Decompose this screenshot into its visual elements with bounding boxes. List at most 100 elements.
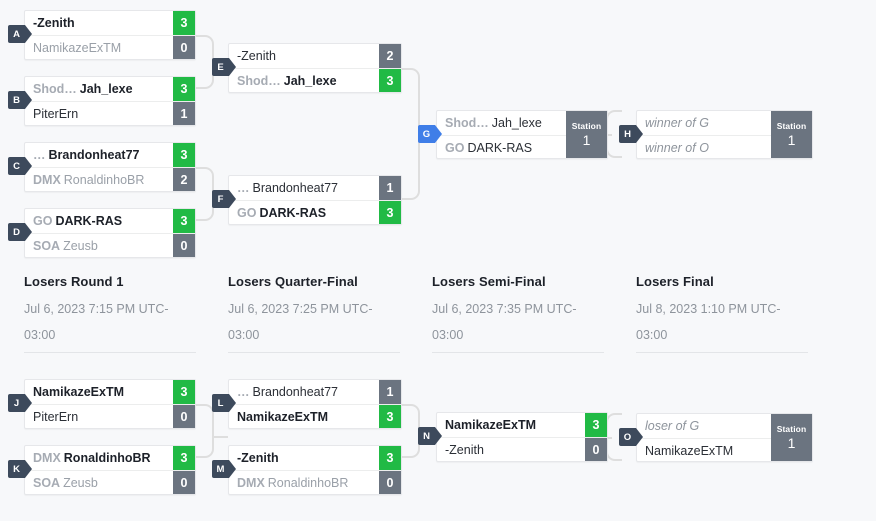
match-l-row-top[interactable]: … Brandonheat77 1: [229, 380, 401, 404]
match-g-station: Station 1: [566, 111, 607, 158]
match-g-row-bottom[interactable]: GO DARK-RAS: [437, 135, 566, 159]
match-e-bottom-player: Jah_lexe: [283, 73, 337, 88]
match-f-bottom-score: 3: [379, 201, 401, 224]
match-b-rows: Shod… Jah_lexe 3 PiterErn 1: [25, 77, 195, 125]
match-a-row-bottom[interactable]: NamikazeExTM 0: [25, 35, 195, 59]
match-e-row-top[interactable]: -Zenith 2: [229, 44, 401, 68]
match-j[interactable]: NamikazeExTM 3 PiterErn 0: [24, 379, 196, 429]
match-n-badge[interactable]: N: [418, 427, 442, 445]
match-e-rows: -Zenith 2 Shod… Jah_lexe 3: [229, 44, 401, 92]
round-3-date-line1: Jul 6, 2023 7:35 PM UTC-: [432, 302, 577, 316]
match-l-top-score: 1: [379, 380, 401, 404]
match-o-station-number: 1: [787, 435, 796, 452]
match-h-badge[interactable]: H: [619, 125, 643, 143]
match-b-row-top[interactable]: Shod… Jah_lexe 3: [25, 77, 195, 101]
match-j-row-bottom[interactable]: PiterErn 0: [25, 404, 195, 428]
match-g-badge[interactable]: G: [418, 125, 442, 143]
match-n-bottom-score: 0: [585, 438, 607, 461]
match-c-badge[interactable]: C: [8, 157, 32, 175]
match-g-badge-arrow: [435, 125, 442, 143]
match-h-station: Station 1: [771, 111, 812, 158]
match-f[interactable]: … Brandonheat77 1 GO DARK-RAS 3: [228, 175, 402, 225]
match-k[interactable]: DMX RonaldinhoBR 3 SOA Zeusb 0: [24, 445, 196, 495]
match-o-badge[interactable]: O: [619, 428, 643, 446]
match-o-row-top[interactable]: loser of G: [637, 414, 771, 438]
match-c-row-bottom[interactable]: DMX RonaldinhoBR 2: [25, 167, 195, 191]
match-a-bottom-name: NamikazeExTM: [25, 36, 173, 60]
match-o[interactable]: loser of G NamikazeExTM Station 1: [636, 413, 813, 462]
match-h[interactable]: winner of G winner of O Station 1: [636, 110, 813, 159]
match-j-badge[interactable]: J: [8, 394, 32, 412]
match-d-letter: D: [8, 223, 25, 241]
match-g-bottom-player: DARK-RAS: [467, 140, 533, 155]
match-k-row-top[interactable]: DMX RonaldinhoBR 3: [25, 446, 195, 470]
match-f-top-player: Brandonheat77: [252, 181, 339, 195]
match-m-row-top[interactable]: -Zenith 3: [229, 446, 401, 470]
match-o-bottom-name: NamikazeExTM: [637, 439, 771, 463]
match-e[interactable]: -Zenith 2 Shod… Jah_lexe 3: [228, 43, 402, 93]
match-d-rows: GO DARK-RAS 3 SOA Zeusb 0: [25, 209, 195, 257]
match-m-row-bottom[interactable]: DMX RonaldinhoBR 0: [229, 470, 401, 494]
match-e-badge[interactable]: E: [212, 58, 236, 76]
match-e-row-bottom[interactable]: Shod… Jah_lexe 3: [229, 68, 401, 92]
match-d-row-bottom[interactable]: SOA Zeusb 0: [25, 233, 195, 257]
match-n-row-top[interactable]: NamikazeExTM 3: [437, 413, 607, 437]
match-k-top-name: DMX RonaldinhoBR: [25, 446, 173, 470]
match-f-rows: … Brandonheat77 1 GO DARK-RAS 3: [229, 176, 401, 224]
match-d-top-player: DARK-RAS: [55, 214, 123, 228]
match-d-bottom-score: 0: [173, 234, 195, 257]
match-c-row-top[interactable]: … Brandonheat77 3: [25, 143, 195, 167]
match-o-row-bottom[interactable]: NamikazeExTM: [637, 438, 771, 462]
match-b-row-bottom[interactable]: PiterErn 1: [25, 101, 195, 125]
round-4-title: Losers Final: [636, 274, 714, 289]
match-j-letter: J: [8, 394, 25, 412]
match-f-badge[interactable]: F: [212, 190, 236, 208]
connector-jk-to-l: [196, 404, 214, 458]
match-k-bottom-name: SOA Zeusb: [25, 471, 173, 495]
match-f-bottom-player: DARK-RAS: [259, 205, 327, 220]
match-h-rows: winner of G winner of O: [637, 111, 771, 158]
match-b-bottom-player: PiterErn: [33, 106, 79, 121]
match-h-row-top[interactable]: winner of G: [637, 111, 771, 135]
match-l[interactable]: … Brandonheat77 1 NamikazeExTM 3: [228, 379, 402, 429]
match-h-row-bottom[interactable]: winner of O: [637, 135, 771, 159]
match-n-row-bottom[interactable]: -Zenith 0: [437, 437, 607, 461]
match-m-badge[interactable]: M: [212, 460, 236, 478]
match-d-badge[interactable]: D: [8, 223, 32, 241]
match-g-row-top[interactable]: Shod… Jah_lexe: [437, 111, 566, 135]
match-l-top-player: Brandonheat77: [252, 385, 339, 399]
match-a-row-top[interactable]: -Zenith 3: [25, 11, 195, 35]
match-l-badge[interactable]: L: [212, 394, 236, 412]
match-o-badge-arrow: [636, 428, 643, 446]
match-b[interactable]: Shod… Jah_lexe 3 PiterErn 1: [24, 76, 196, 126]
match-b-badge[interactable]: B: [8, 91, 32, 109]
match-d-row-top[interactable]: GO DARK-RAS 3: [25, 209, 195, 233]
match-g[interactable]: Shod… Jah_lexe GO DARK-RAS Station 1: [436, 110, 608, 159]
match-l-row-bottom[interactable]: NamikazeExTM 3: [229, 404, 401, 428]
match-a-badge[interactable]: A: [8, 25, 32, 43]
round-3-divider: [432, 352, 604, 353]
match-j-bottom-name: PiterErn: [25, 405, 173, 429]
match-f-row-top[interactable]: … Brandonheat77 1: [229, 176, 401, 200]
match-c-badge-arrow: [25, 157, 32, 175]
match-d[interactable]: GO DARK-RAS 3 SOA Zeusb 0: [24, 208, 196, 258]
match-j-row-top[interactable]: NamikazeExTM 3: [25, 380, 195, 404]
round-3-date-line2: 03:00: [432, 328, 464, 342]
match-j-top-score: 3: [173, 380, 195, 404]
match-k-row-bottom[interactable]: SOA Zeusb 0: [25, 470, 195, 494]
match-o-station-label: Station: [776, 423, 807, 434]
match-a[interactable]: -Zenith 3 NamikazeExTM 0: [24, 10, 196, 60]
match-m[interactable]: -Zenith 3 DMX RonaldinhoBR 0: [228, 445, 402, 495]
match-g-bottom-name: GO DARK-RAS: [437, 136, 566, 160]
match-m-top-player: -Zenith: [237, 451, 279, 465]
match-n[interactable]: NamikazeExTM 3 -Zenith 0: [436, 412, 608, 462]
match-e-badge-arrow: [229, 58, 236, 76]
match-j-top-name: NamikazeExTM: [25, 380, 173, 404]
match-f-bottom-name: GO DARK-RAS: [229, 201, 379, 225]
match-k-badge[interactable]: K: [8, 460, 32, 478]
match-l-rows: … Brandonheat77 1 NamikazeExTM 3: [229, 380, 401, 428]
match-d-bottom-tag: SOA: [33, 238, 61, 253]
match-c[interactable]: … Brandonheat77 3 DMX RonaldinhoBR 2: [24, 142, 196, 192]
match-b-top-name: Shod… Jah_lexe: [25, 77, 173, 101]
match-f-row-bottom[interactable]: GO DARK-RAS 3: [229, 200, 401, 224]
